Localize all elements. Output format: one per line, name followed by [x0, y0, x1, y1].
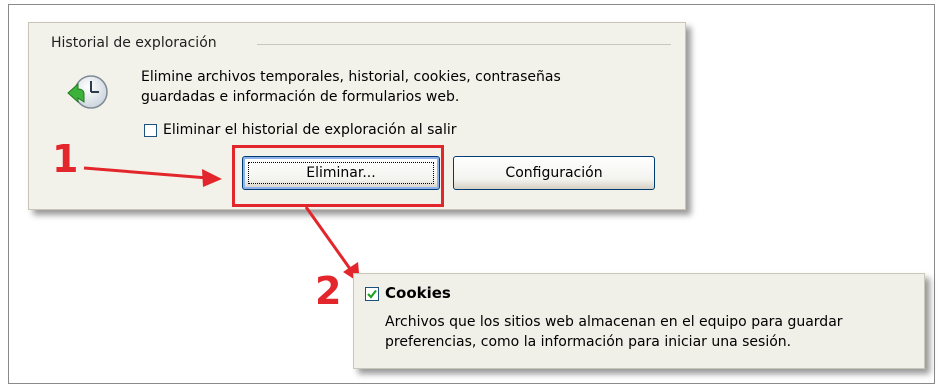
cookies-description: Archivos que los sitios web almacenan en…: [385, 312, 915, 352]
step2-label: 2: [315, 269, 342, 313]
step1-label: 1: [52, 137, 79, 181]
cookies-option-panel: Cookies Archivos que los sitios web alma…: [353, 273, 925, 369]
checkmark-icon: [367, 289, 377, 299]
arrow-step1: [83, 166, 222, 187]
cookies-description-line2: preferencias, como la información para i…: [385, 334, 792, 350]
cookies-label: Cookies: [385, 284, 451, 302]
cookies-description-line1: Archivos que los sitios web almacenan en…: [385, 314, 843, 330]
cookies-checkbox[interactable]: [365, 287, 379, 301]
